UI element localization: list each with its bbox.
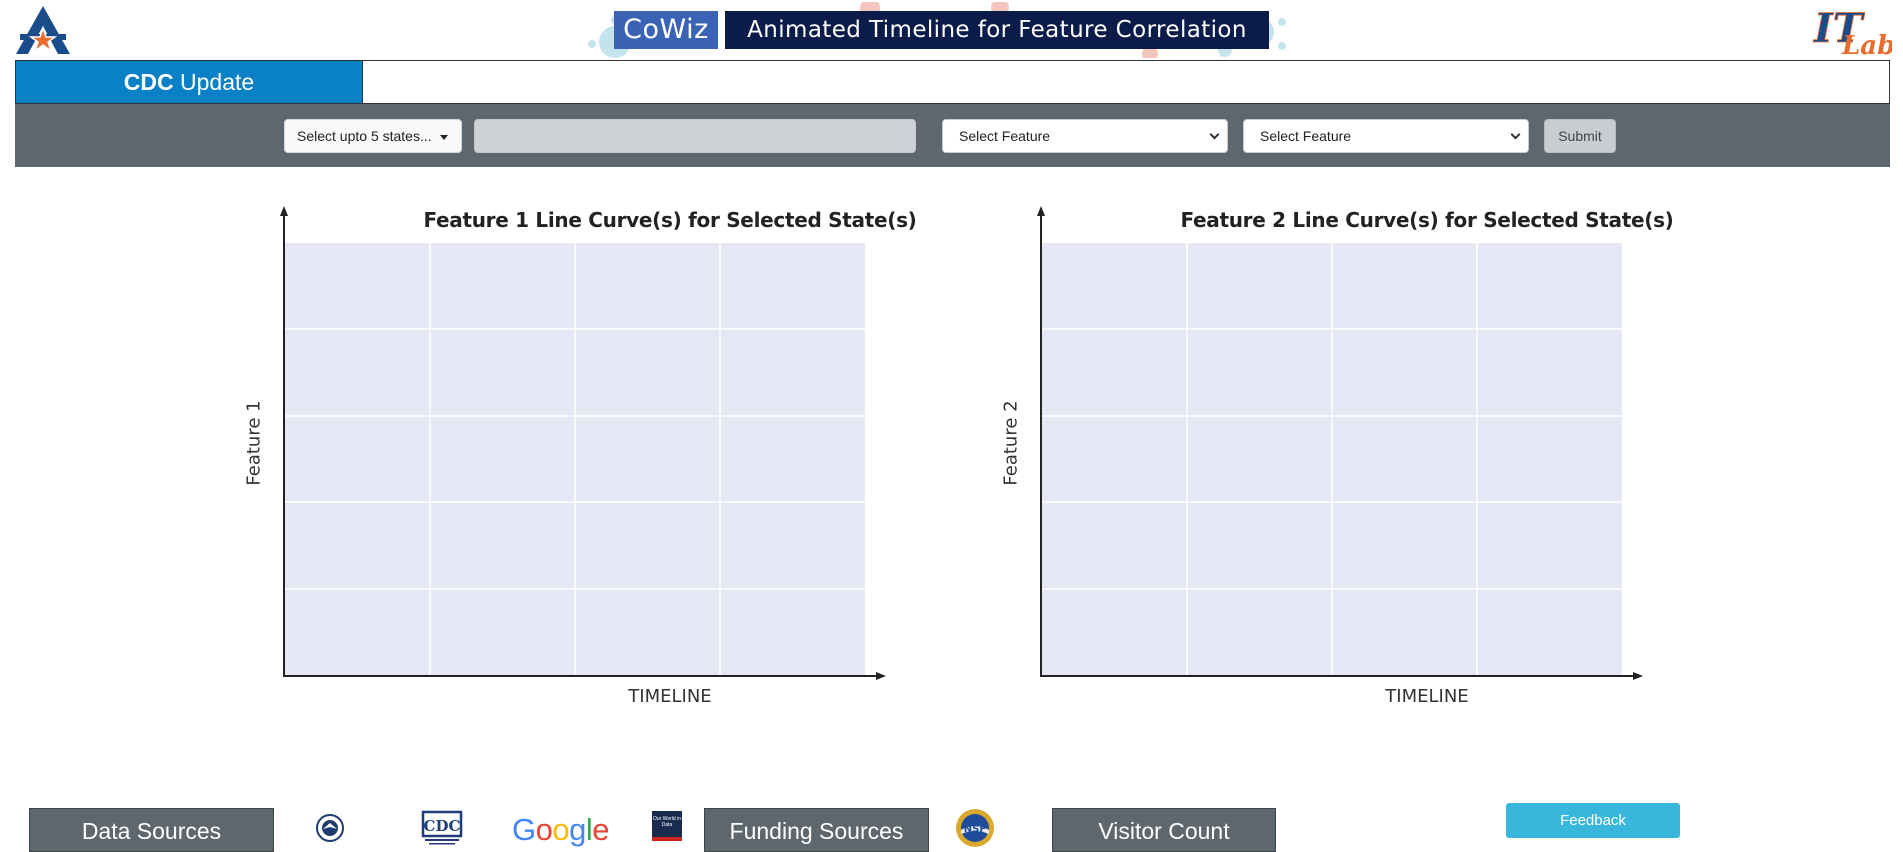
tab-cdc-update[interactable]: CDC Update: [16, 61, 363, 103]
caret-down-icon: [439, 134, 448, 140]
cowiz-page: CoWiz Animated Timeline for Feature Corr…: [0, 0, 1903, 852]
feature2-chart-plot: [1037, 206, 1643, 680]
x-axis-arrow-icon: [876, 672, 886, 680]
cdc-logo-text: CDC: [424, 817, 461, 835]
feature1-select[interactable]: Select Feature: [942, 119, 1228, 153]
chart-x-label: TIMELINE: [628, 686, 712, 707]
chart-y-label: Feature 1: [243, 400, 265, 486]
feature2-select-value: Select Feature: [1260, 128, 1352, 144]
uta-logo-icon[interactable]: [14, 4, 72, 56]
feature1-chart: Feature 1 Line Curve(s) for Selected Sta…: [230, 200, 990, 720]
x-axis-arrow-icon: [1633, 672, 1643, 680]
data-sources-button[interactable]: Data Sources: [29, 808, 274, 852]
it-lab-logo-icon[interactable]: IT Lab: [1812, 4, 1892, 58]
date-range-input[interactable]: [474, 119, 916, 153]
states-dropdown-button[interactable]: Select upto 5 states...: [284, 119, 462, 153]
header: CoWiz Animated Timeline for Feature Corr…: [0, 0, 1903, 60]
feedback-button[interactable]: Feedback: [1506, 803, 1680, 838]
feature1-select-value: Select Feature: [959, 128, 1051, 144]
app-title: Animated Timeline for Feature Correlatio…: [725, 11, 1269, 49]
nsf-logo-icon[interactable]: NSF: [955, 808, 995, 848]
chart-title: Feature 1 Line Curve(s) for Selected Sta…: [423, 208, 917, 232]
dot-eagle-logo-icon[interactable]: [316, 814, 344, 842]
control-bar: Select upto 5 states... Select Feature S…: [15, 104, 1890, 167]
footer: Data Sources CDC Google Our World in Dat…: [0, 800, 1903, 852]
tab-bar: CDC Update: [15, 60, 1890, 104]
app-name-badge: CoWiz: [614, 11, 718, 49]
nsf-logo-text: NSF: [964, 824, 986, 835]
funding-sources-button[interactable]: Funding Sources: [704, 808, 929, 852]
cdc-logo-icon[interactable]: CDC: [421, 810, 463, 846]
chevron-down-icon: [1510, 129, 1521, 140]
feature2-chart: Feature 2 Line Curve(s) for Selected Sta…: [987, 200, 1747, 720]
chart-y-label: Feature 2: [1000, 400, 1022, 486]
google-logo-icon[interactable]: Google: [512, 812, 610, 848]
feature2-select[interactable]: Select Feature: [1243, 119, 1529, 153]
chart-x-label: TIMELINE: [1385, 686, 1469, 707]
visitor-count-button[interactable]: Visitor Count: [1052, 808, 1276, 852]
chart-title: Feature 2 Line Curve(s) for Selected Sta…: [1180, 208, 1674, 232]
feature1-chart-plot: [280, 206, 886, 680]
tab-label-rest: Update: [173, 69, 255, 95]
our-world-in-data-logo-icon[interactable]: Our World in Data: [652, 811, 682, 841]
tab-label-bold: CDC: [123, 69, 174, 95]
submit-button[interactable]: Submit: [1544, 119, 1616, 153]
chevron-down-icon: [1209, 129, 1220, 140]
states-dropdown-label: Select upto 5 states...: [297, 128, 432, 144]
svg-text:Lab: Lab: [1841, 31, 1892, 58]
